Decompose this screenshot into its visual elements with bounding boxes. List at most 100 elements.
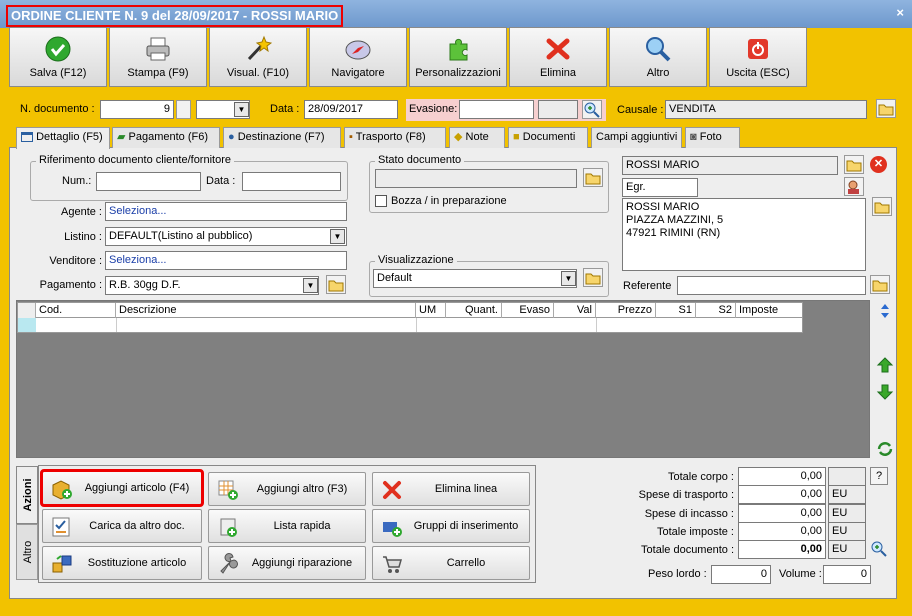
tab-dettaglio[interactable]: Dettaglio (F5) [16,127,110,149]
ndoc-spin-button[interactable] [176,100,191,119]
cliente-title-input[interactable]: Egr. [622,178,698,197]
cliente-address[interactable]: ROSSI MARIO PIAZZA MAZZINI, 5 47921 RIMI… [622,198,866,271]
tab-destinazione[interactable]: ● Destinazione (F7) [223,127,341,148]
cart-button[interactable]: Carrello [372,546,530,580]
address-folder-button[interactable] [872,197,892,216]
cliente-folder-button[interactable] [844,155,864,174]
num-input[interactable] [96,172,201,191]
spese-incasso-input[interactable]: 0,00 [738,504,826,523]
bozza-label: Bozza / in preparazione [391,195,507,207]
search-plus-icon [584,102,600,118]
col-um[interactable]: UM [416,303,446,318]
venditore-select[interactable]: Seleziona... [105,251,347,270]
load-from-doc-button[interactable]: Carica da altro doc. [42,509,202,543]
move-up-button[interactable] [874,356,896,374]
delete-line-icon [383,481,401,499]
col-evaso[interactable]: Evaso [502,303,554,318]
cliente-name-input[interactable]: ROSSI MARIO [622,156,838,175]
other-button[interactable]: Altro [609,27,707,87]
col-s2[interactable]: S2 [696,303,736,318]
print-button[interactable]: Stampa (F9) [109,27,207,87]
delete-line-button[interactable]: Elimina linea [372,472,530,506]
save-check-icon [45,36,71,62]
save-button[interactable]: Salva (F12) [9,27,107,87]
agente-select[interactable]: Seleziona... [105,202,347,221]
cliente-lookup-button[interactable] [844,177,864,196]
customize-button[interactable]: Personalizzazioni [409,27,507,87]
col-quant[interactable]: Quant. [446,303,502,318]
move-top-button[interactable] [874,302,896,320]
col-s1[interactable]: S1 [656,303,696,318]
volume-input[interactable]: 0 [823,565,871,584]
referente-folder-button[interactable] [870,275,890,294]
col-val[interactable]: Val [554,303,596,318]
evasione-search-button[interactable] [582,100,602,119]
tab-note[interactable]: ◆ Note [449,127,505,148]
quick-list-button[interactable]: Lista rapida [208,509,366,543]
replace-article-button[interactable]: Sostituzione articolo [42,546,202,580]
row-divider [596,318,597,332]
refresh-button[interactable] [874,440,896,458]
replace-article-label: Sostituzione articolo [87,557,187,569]
col-cod[interactable]: Cod. [36,303,116,318]
insert-groups-button[interactable]: Gruppi di inserimento [372,509,530,543]
visual-chevron-down-icon[interactable]: ▼ [561,271,576,286]
side-tab-altro[interactable]: Altro [16,524,38,580]
arrow-down-icon [876,384,894,400]
add-repair-button[interactable]: Aggiungi riparazione [208,546,366,580]
data-input[interactable]: 28/09/2017 [304,100,398,119]
col-imposte[interactable]: Imposte [736,303,802,318]
preview-button[interactable]: Visual. (F10) [209,27,307,87]
navigator-button[interactable]: Navigatore [309,27,407,87]
tab-pagamento[interactable]: ▰ Pagamento (F6) [112,127,220,148]
search-plus-icon [871,541,887,557]
side-tab-azioni[interactable]: Azioni [16,466,38,524]
listino-select[interactable]: DEFAULT(Listino al pubblico) [105,227,347,246]
causale-input[interactable]: VENDITA [665,100,867,119]
close-icon[interactable]: × [896,5,904,20]
rif-data-input[interactable] [242,172,341,191]
cliente-remove-icon[interactable]: ✕ [870,156,887,173]
ndoc-input[interactable]: 9 [100,100,174,119]
visual-folder-button[interactable] [583,268,603,287]
bozza-checkbox[interactable] [375,195,387,207]
folder-icon [878,104,894,116]
peso-lordo-input[interactable]: 0 [711,565,771,584]
pagamento-select[interactable]: R.B. 30gg D.F. [105,276,319,295]
listino-chevron-down-icon[interactable]: ▼ [330,229,345,244]
grid-row[interactable] [17,318,803,333]
tab-campi-aggiuntivi[interactable]: Campi aggiuntivi [591,127,682,148]
causale-folder-button[interactable] [876,99,896,118]
totals-search-button[interactable] [870,540,888,558]
row-selector[interactable] [18,318,36,332]
refresh-icon [877,442,893,456]
tab-documenti[interactable]: ■ Documenti [508,127,588,148]
exit-button[interactable]: Uscita (ESC) [709,27,807,87]
data-label: Data : [270,103,300,115]
pagamento-chevron-down-icon[interactable]: ▼ [303,278,318,293]
referente-label: Referente [623,280,672,292]
col-descrizione[interactable]: Descrizione [116,303,416,318]
tab-documenti-label: Documenti [522,131,576,143]
delete-button[interactable]: Elimina [509,27,607,87]
evasione-input[interactable] [459,100,534,119]
stato-input[interactable] [375,169,577,188]
help-button[interactable]: ? [870,467,888,485]
add-article-button[interactable]: Aggiungi articolo (F4) [40,469,204,507]
checklist-icon [52,517,70,537]
folder-icon [874,202,890,214]
col-prezzo[interactable]: Prezzo [596,303,656,318]
totale-documento-cur: EU [828,540,866,559]
spese-trasporto-input[interactable]: 0,00 [738,485,826,504]
add-other-button[interactable]: Aggiungi altro (F3) [208,472,366,506]
stato-folder-button[interactable] [583,168,603,187]
chevron-down-icon[interactable]: ▼ [234,102,249,117]
visual-select[interactable]: Default [373,269,577,288]
row-divider [116,318,117,332]
pagamento-folder-button[interactable] [326,275,346,294]
referente-input[interactable] [677,276,866,295]
tab-trasporto[interactable]: ▪ Trasporto (F8) [344,127,446,148]
spese-incasso-cur: EU [828,504,866,523]
tab-foto[interactable]: ◙ Foto [685,127,740,148]
move-down-button[interactable] [874,383,896,401]
